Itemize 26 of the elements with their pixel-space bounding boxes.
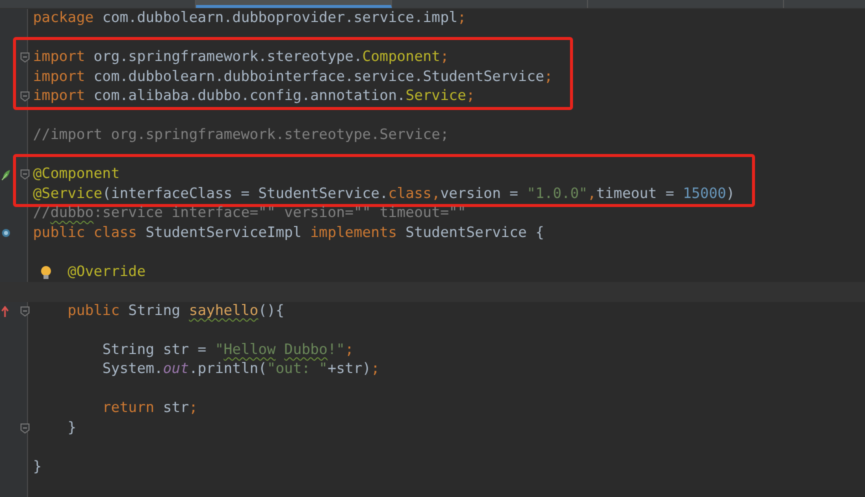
code-line: package com.dubbolearn.dubboprovider.service.impl; — [33, 9, 466, 28]
class-icon[interactable] — [1, 228, 11, 238]
code-line: import com.alibaba.dubbo.config.annotation.Service; — [33, 87, 475, 106]
code-line: } — [68, 418, 76, 438]
fold-icon[interactable] — [20, 422, 30, 434]
fold-icon[interactable] — [20, 306, 30, 316]
code-line: //dubbo:service interface="" version="" timeout="" — [33, 204, 466, 223]
up-arrow-icon[interactable] — [1, 306, 9, 318]
lightbulb-icon[interactable] — [40, 264, 52, 280]
code-line: String str = "Hellow Dubbo!"; — [102, 340, 354, 360]
code-line: import org.springframework.stereotype.Component; — [33, 48, 449, 67]
editor-tab[interactable] — [196, 0, 392, 8]
code-line: public String sayhello(){ — [68, 302, 284, 320]
code-line: @Component — [33, 165, 120, 184]
code-line: public class StudentServiceImpl implements StudentService { — [33, 224, 544, 242]
code-line: //import org.springframework.stereotype.Service; — [33, 126, 449, 145]
fold-icon[interactable] — [20, 52, 30, 63]
code-line: } — [33, 458, 42, 476]
code-line: System.out.println("out: "+str); — [102, 360, 380, 379]
fold-icon[interactable] — [20, 91, 30, 102]
code-line: import com.dubbolearn.dubbointerface.service.StudentService; — [33, 68, 553, 86]
code-line: return str; — [102, 399, 198, 418]
code-line: @Service(interfaceClass = StudentService.class,version = "1.0.0",timeout = 15000) — [33, 184, 735, 204]
bean-icon[interactable] — [1, 169, 11, 181]
fold-icon[interactable] — [20, 169, 30, 180]
code-line: @Override — [68, 262, 146, 282]
